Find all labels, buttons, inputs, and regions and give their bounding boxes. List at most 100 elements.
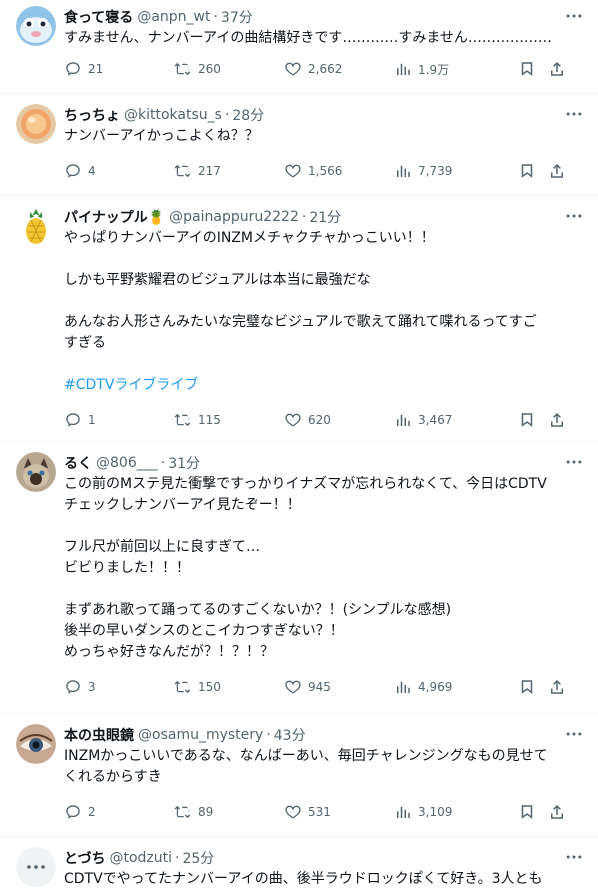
reply-icon [66, 413, 80, 427]
timestamp[interactable]: 37分 [221, 7, 253, 27]
tweet[interactable]: 食って寝る @anpn_wt · 37分 すみません、ナンバーアイの曲結構好きで… [0, 0, 598, 94]
reply-button[interactable]: 3 [64, 678, 174, 696]
user-handle[interactable]: @anpn_wt [137, 9, 210, 25]
views-button[interactable]: 7,739 [394, 162, 518, 180]
like-button[interactable]: 1,566 [284, 162, 394, 180]
display-name[interactable]: パイナップル🍍 [64, 207, 165, 227]
views-icon [397, 806, 410, 818]
reply-button[interactable]: 4 [64, 162, 174, 180]
tweet-line: CDTVでやってたナンバーアイの曲、後半ラウドロックぽくて好き。3人とも [64, 871, 543, 887]
more-icon[interactable] [564, 847, 584, 867]
tweet[interactable]: 本の虫眼鏡 @osamu_mystery · 43分 INZMかっこいいであるな… [0, 714, 598, 837]
tweet[interactable]: ちっちょ @kittokatsu_s · 28分 ナンバーアイかっこよくね？？ … [0, 94, 598, 196]
bookmark-icon [521, 62, 533, 76]
like-count: 620 [308, 413, 331, 427]
more-icon[interactable] [564, 452, 584, 472]
user-handle[interactable]: @osamu_mystery [138, 727, 263, 743]
timestamp[interactable]: 31分 [168, 453, 200, 473]
avatar[interactable] [16, 724, 56, 764]
reply-count: 4 [88, 164, 96, 178]
user-handle[interactable]: @todzuti [109, 850, 172, 866]
display-name[interactable]: るく [64, 453, 92, 473]
share-button[interactable] [548, 803, 568, 821]
views-count: 3,109 [418, 805, 453, 819]
bookmark-button[interactable] [518, 803, 548, 821]
hashtag-link[interactable]: #CDTVライブライブ [64, 377, 198, 393]
timestamp[interactable]: 28分 [232, 105, 264, 125]
timestamp[interactable]: 21分 [309, 207, 341, 227]
action-bar: 2 89 531 3,109 [64, 792, 582, 832]
bookmark-button[interactable] [518, 411, 548, 429]
action-bar: 21 260 2,662 1.9万 [64, 49, 582, 89]
share-button[interactable] [548, 411, 568, 429]
timestamp[interactable]: 43分 [274, 725, 306, 745]
separator-dot: · [160, 455, 166, 471]
avatar[interactable] [16, 104, 56, 144]
retweet-icon [174, 413, 191, 427]
tweet[interactable]: るく @806___ · 31分 この前のMステ見た衝撃ですっかりイナズマが忘れ… [0, 442, 598, 714]
views-button[interactable]: 1.9万 [394, 60, 518, 78]
more-icon[interactable] [564, 206, 584, 226]
reply-button[interactable]: 1 [64, 411, 174, 429]
retweet-icon [174, 805, 191, 819]
like-button[interactable]: 2,662 [284, 60, 394, 78]
share-button[interactable] [548, 60, 568, 78]
tweet-line: しかも平野紫耀君のビジュアルは本当に最強だな [64, 272, 371, 288]
tweet[interactable]: パイナップル🍍 @painappuru2222 · 21分 やっぱりナンバーアイ… [0, 196, 598, 442]
like-icon [285, 805, 301, 819]
retweet-button[interactable]: 217 [174, 162, 284, 180]
user-handle[interactable]: @kittokatsu_s [124, 107, 222, 123]
action-bar: 4 217 1,566 7,739 [64, 151, 582, 191]
bookmark-icon [521, 413, 533, 427]
tweet-line: くれるからすき [64, 769, 162, 785]
share-button[interactable] [548, 162, 568, 180]
more-icon[interactable] [564, 724, 584, 744]
reply-icon [66, 805, 80, 819]
display-name[interactable]: 本の虫眼鏡 [64, 725, 134, 745]
tweet-line: めっちゃ好きなんだが？！？！？ [64, 644, 274, 660]
retweet-button[interactable]: 89 [174, 803, 284, 821]
retweet-button[interactable]: 115 [174, 411, 284, 429]
user-handle[interactable]: @painappuru2222 [169, 209, 299, 225]
views-button[interactable]: 4,969 [394, 678, 518, 696]
avatar[interactable] [16, 6, 56, 46]
bookmark-icon [521, 805, 533, 819]
display-name[interactable]: とづち [64, 848, 105, 868]
views-icon [397, 63, 410, 75]
display-name[interactable]: 食って寝る [64, 7, 133, 27]
timestamp[interactable]: 25分 [182, 848, 214, 868]
tweet-text: すみません、ナンバーアイの曲結構好きです…………すみません……………… [64, 28, 582, 49]
avatar[interactable] [16, 452, 56, 492]
tweet-line: この前のMステ見た衝撃ですっかりイナズマが忘れられなくて、今日はCDTV [64, 476, 547, 492]
user-handle[interactable]: @806___ [96, 455, 158, 471]
like-button[interactable]: 620 [284, 411, 394, 429]
bookmark-button[interactable] [518, 60, 548, 78]
like-icon [285, 680, 301, 694]
share-button[interactable] [548, 678, 568, 696]
avatar[interactable] [16, 847, 56, 887]
like-count: 531 [308, 805, 331, 819]
bookmark-button[interactable] [518, 678, 548, 696]
tweet-text: やっぱりナンバーアイのINZMメチャクチャかっこいい！！ しかも平野紫耀君のビジ… [64, 228, 582, 396]
display-name[interactable]: ちっちょ [64, 105, 120, 125]
like-button[interactable]: 945 [284, 678, 394, 696]
retweet-button[interactable]: 260 [174, 60, 284, 78]
like-count: 945 [308, 680, 331, 694]
tweet-text: INZMかっこいいであるな、なんばーあい、毎回チャレンジングなもの見せて くれる… [64, 746, 582, 788]
views-button[interactable]: 3,109 [394, 803, 518, 821]
reply-button[interactable]: 21 [64, 60, 174, 78]
reply-button[interactable]: 2 [64, 803, 174, 821]
tweet-text: この前のMステ見た衝撃ですっかりイナズマが忘れられなくて、今日はCDTV チェッ… [64, 474, 582, 663]
tweet-line: ナンバーアイかっこよくね？？ [64, 128, 259, 144]
separator-dot: · [301, 209, 307, 225]
like-button[interactable]: 531 [284, 803, 394, 821]
views-button[interactable]: 3,467 [394, 411, 518, 429]
retweet-button[interactable]: 150 [174, 678, 284, 696]
tweet-line: すみません、ナンバーアイの曲結構好きです…………すみません……………… [64, 30, 552, 46]
tweet[interactable]: とづち @todzuti · 25分 CDTVでやってたナンバーアイの曲、後半ラ… [0, 837, 598, 893]
more-icon[interactable] [564, 6, 584, 26]
avatar[interactable] [16, 206, 56, 246]
bookmark-button[interactable] [518, 162, 548, 180]
reply-icon [66, 62, 80, 76]
more-icon[interactable] [564, 104, 584, 124]
